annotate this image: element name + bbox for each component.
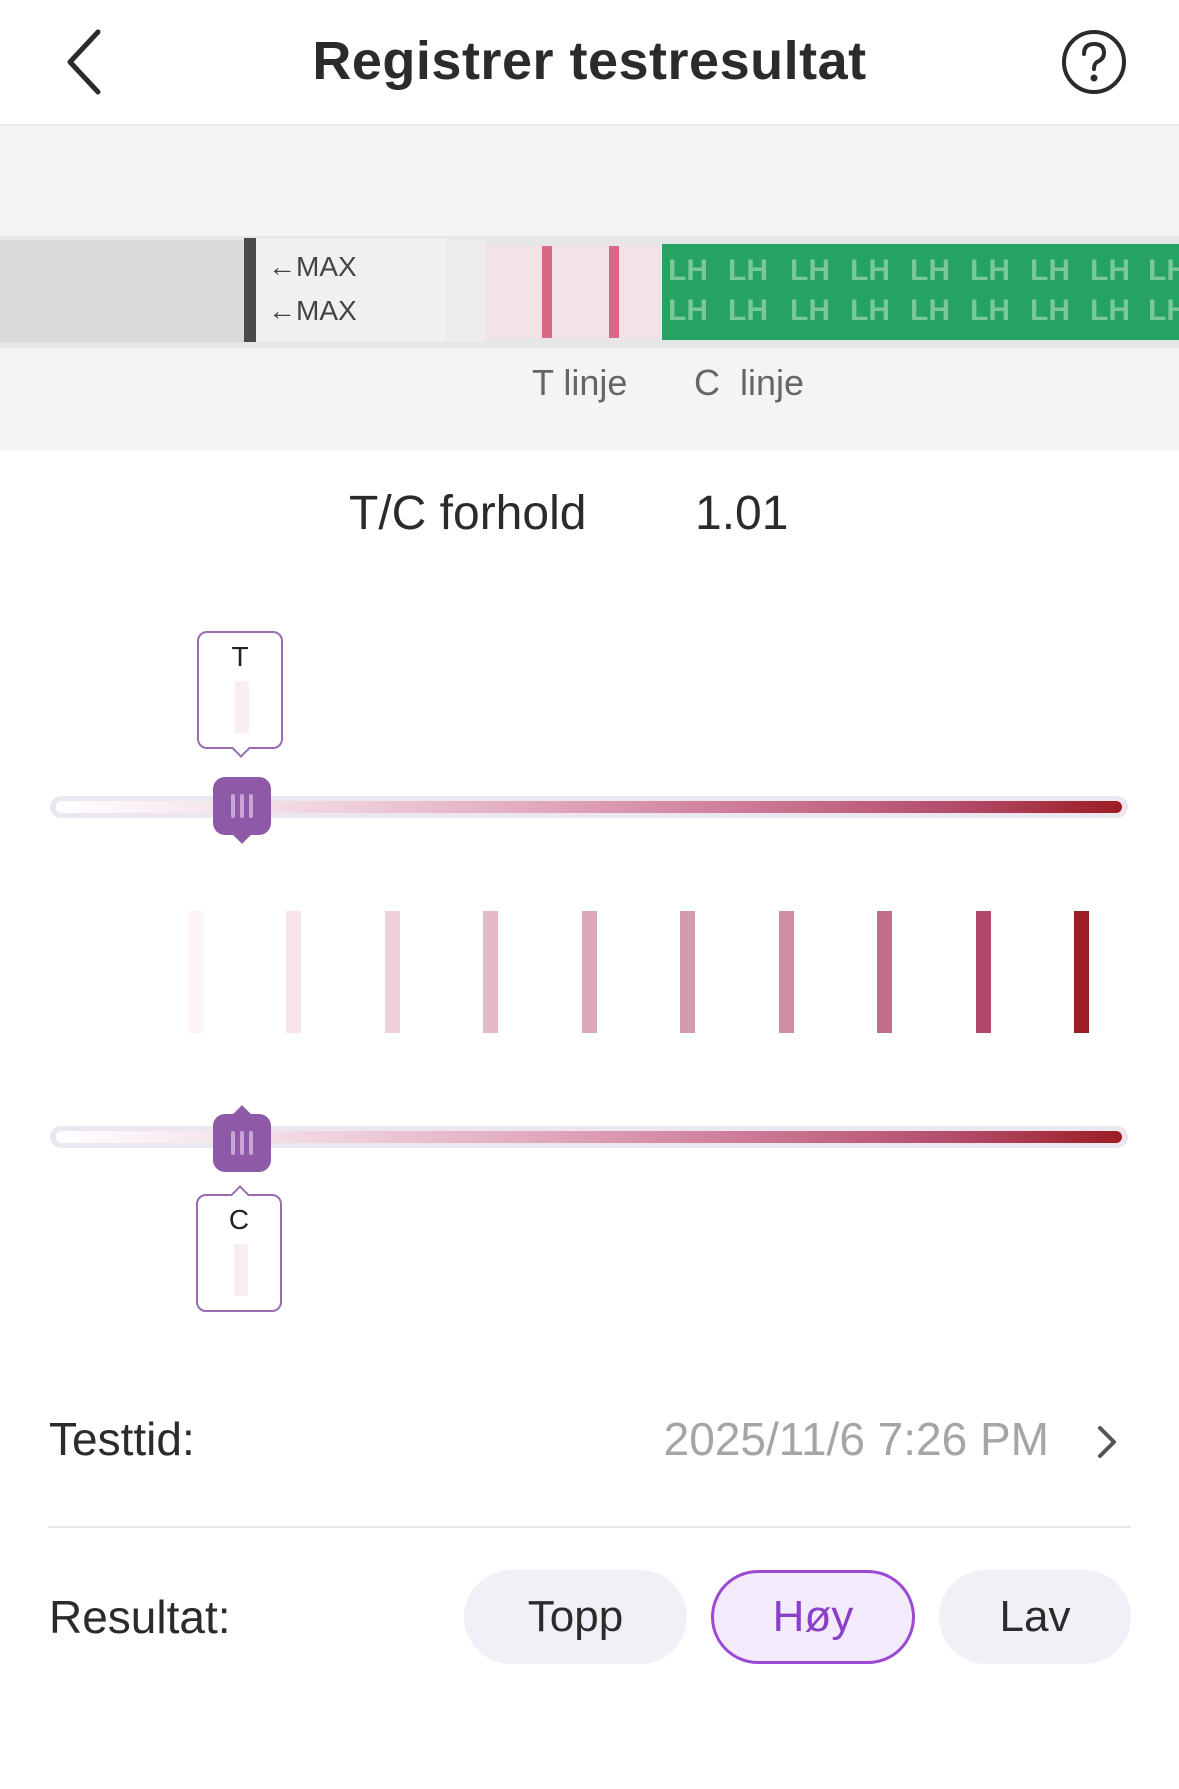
svg-text:LH: LH [790,294,830,327]
svg-text:LH: LH [850,294,890,327]
svg-text:LH: LH [728,254,768,287]
tc-ratio-label: T/C forhold [349,487,587,540]
svg-text:LH: LH [1090,294,1130,327]
t-line-mark [542,246,552,338]
intensity-swatch-3[interactable] [385,911,400,1033]
svg-text:LH: LH [850,254,890,287]
c-bubble-label: C [228,1204,250,1235]
max-marker-bottom: ←MAX [268,295,357,326]
t-line-slider[interactable] [50,796,1128,818]
result-option-hoy[interactable]: Høy [711,1570,915,1664]
c-line-mark [609,246,619,338]
test-time-value[interactable]: 2025/11/6 7:26 PM [664,1412,1049,1466]
svg-text:LH: LH [970,294,1010,327]
tc-ratio-value: 1.01 [695,487,789,540]
svg-text:LH: LH [668,294,708,327]
intensity-swatch-1[interactable] [188,911,203,1033]
intensity-swatch-5[interactable] [582,911,597,1033]
svg-text:LH: LH [970,254,1010,287]
help-button[interactable] [1060,28,1128,96]
row-divider [48,1526,1131,1528]
c-line-label: C linje [694,362,805,403]
c-bubble-swatch [234,1244,248,1296]
intensity-swatch-2[interactable] [286,911,301,1033]
result-option-topp[interactable]: Topp [464,1570,687,1664]
svg-text:LH: LH [1148,294,1179,327]
result-option-lav[interactable]: Lav [939,1570,1131,1664]
svg-text:LH: LH [790,254,830,287]
intensity-swatch-6[interactable] [680,911,695,1033]
svg-text:LH: LH [910,294,950,327]
svg-text:LH: LH [1030,294,1070,327]
t-bubble-label: T [231,641,249,672]
svg-text:LH: LH [910,254,950,287]
svg-text:LH: LH [1030,254,1070,287]
question-circle-icon [1062,30,1126,94]
t-slider-handle[interactable] [213,777,271,844]
test-strip-image: ←MAX ←MAX LHLH LHLH LHLH LHLH LHLH LHLH … [0,236,1179,348]
chevron-right-icon[interactable] [1092,1420,1122,1464]
svg-text:LH: LH [1090,254,1130,287]
c-value-bubble: C [196,1185,282,1312]
c-line-slider[interactable] [50,1126,1128,1148]
max-marker-top: ←MAX [268,251,357,282]
header-bar: Registrer testresultat [0,0,1179,126]
svg-text:LH: LH [668,254,708,287]
result-label: Resultat: [49,1591,231,1643]
t-line-label: T linje [532,362,628,403]
page-title: Registrer testresultat [312,31,867,91]
t-bubble-swatch [235,681,249,733]
intensity-swatch-9[interactable] [976,911,991,1033]
c-slider-handle[interactable] [213,1105,271,1172]
t-value-bubble: T [197,631,283,758]
test-time-label: Testtid: [49,1413,195,1465]
intensity-swatch-4[interactable] [483,911,498,1033]
svg-text:LH: LH [1148,254,1179,287]
intensity-swatch-10[interactable] [1074,911,1089,1033]
test-strip-panel: ←MAX ←MAX LH LH LH LH LH LH LH LH LH LH LH LH … [0,126,1179,450]
svg-text:LH: LH [728,294,768,327]
intensity-swatch-8[interactable] [877,911,892,1033]
intensity-swatch-7[interactable] [779,911,794,1033]
